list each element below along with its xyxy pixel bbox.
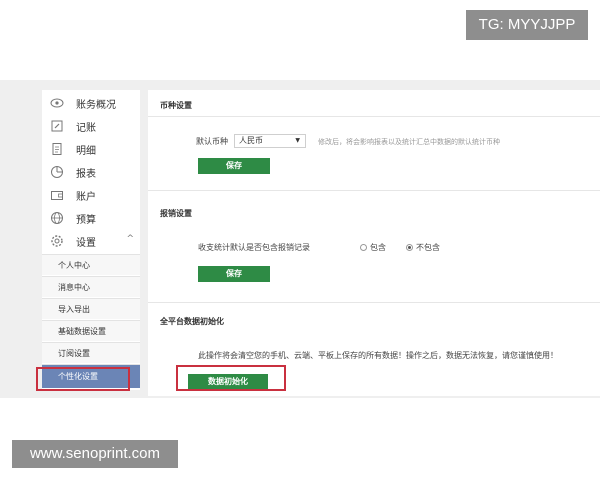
watermark-bottom: www.senoprint.com xyxy=(12,440,178,468)
radio-exclude-label: 不包含 xyxy=(416,243,440,252)
sidebar-item-label: 账务概况 xyxy=(76,99,116,111)
sidebar-item-bookkeeping[interactable]: 记账 xyxy=(42,115,140,137)
watermark-top: TG: MYYJJPP xyxy=(466,10,588,40)
radio-exclude[interactable] xyxy=(406,244,413,251)
submenu-item-profile[interactable]: 个人中心 xyxy=(42,254,140,275)
pie-chart-icon xyxy=(50,165,64,179)
globe-icon xyxy=(50,211,64,225)
currency-select-value: 人民币 xyxy=(239,136,263,145)
section-title-refund: 报销设置 xyxy=(160,209,192,218)
refund-save-button[interactable]: 保存 xyxy=(198,266,270,282)
currency-label: 默认币种 xyxy=(196,137,228,146)
sidebar-item-reports[interactable]: 报表 xyxy=(42,161,140,183)
radio-include-label: 包含 xyxy=(370,243,386,252)
highlight-box-reset xyxy=(176,365,286,391)
radio-include[interactable] xyxy=(360,244,367,251)
sidebar-item-label: 设置 xyxy=(76,237,96,249)
divider xyxy=(148,116,600,117)
sidebar-item-settings[interactable]: 设置 ^ xyxy=(42,230,140,252)
divider xyxy=(148,190,600,191)
sidebar-item-label: 记账 xyxy=(76,122,96,134)
sidebar-item-accounts[interactable]: 账户 xyxy=(42,184,140,206)
sidebar: 账务概况 记账 明细 报表 账户 预算 设置 ^ 个人中心 消息中心 导入导出 … xyxy=(42,90,140,390)
divider xyxy=(148,302,600,303)
eye-icon xyxy=(50,96,64,110)
document-icon xyxy=(50,142,64,156)
gear-icon xyxy=(50,234,64,248)
sidebar-item-label: 明细 xyxy=(76,145,96,157)
submenu-item-base-data[interactable]: 基础数据设置 xyxy=(42,320,140,341)
sidebar-item-budget[interactable]: 预算 xyxy=(42,207,140,229)
settings-panel: 币种设置 默认币种 人民币 ▼ 修改后，将会影响报表以及统计汇总中数据的默认统计… xyxy=(148,90,600,396)
highlight-box-sidebar xyxy=(36,367,130,391)
chevron-up-icon: ^ xyxy=(126,234,134,244)
caret-down-icon: ▼ xyxy=(295,137,300,144)
edit-icon xyxy=(50,119,64,133)
currency-hint: 修改后，将会影响报表以及统计汇总中数据的默认统计币种 xyxy=(318,138,500,146)
section-title-currency: 币种设置 xyxy=(160,101,192,110)
wallet-icon xyxy=(50,188,64,202)
sidebar-item-details[interactable]: 明细 xyxy=(42,138,140,160)
refund-label: 收支统计默认是否包含报销记录 xyxy=(198,243,310,252)
submenu-item-import-export[interactable]: 导入导出 xyxy=(42,298,140,319)
sidebar-item-label: 报表 xyxy=(76,168,96,180)
submenu-item-messages[interactable]: 消息中心 xyxy=(42,276,140,297)
reset-warning: 此操作将会清空您的手机、云端、平板上保存的所有数据！操作之后，数据无法恢复，请您… xyxy=(198,351,558,360)
currency-select[interactable]: 人民币 ▼ xyxy=(234,134,306,148)
sidebar-item-label: 账户 xyxy=(76,191,96,203)
sidebar-item-overview[interactable]: 账务概况 xyxy=(42,92,140,114)
currency-save-button[interactable]: 保存 xyxy=(198,158,270,174)
section-title-reset: 全平台数据初始化 xyxy=(160,317,224,326)
submenu-item-subscription[interactable]: 订阅设置 xyxy=(42,342,140,363)
sidebar-item-label: 预算 xyxy=(76,214,96,226)
